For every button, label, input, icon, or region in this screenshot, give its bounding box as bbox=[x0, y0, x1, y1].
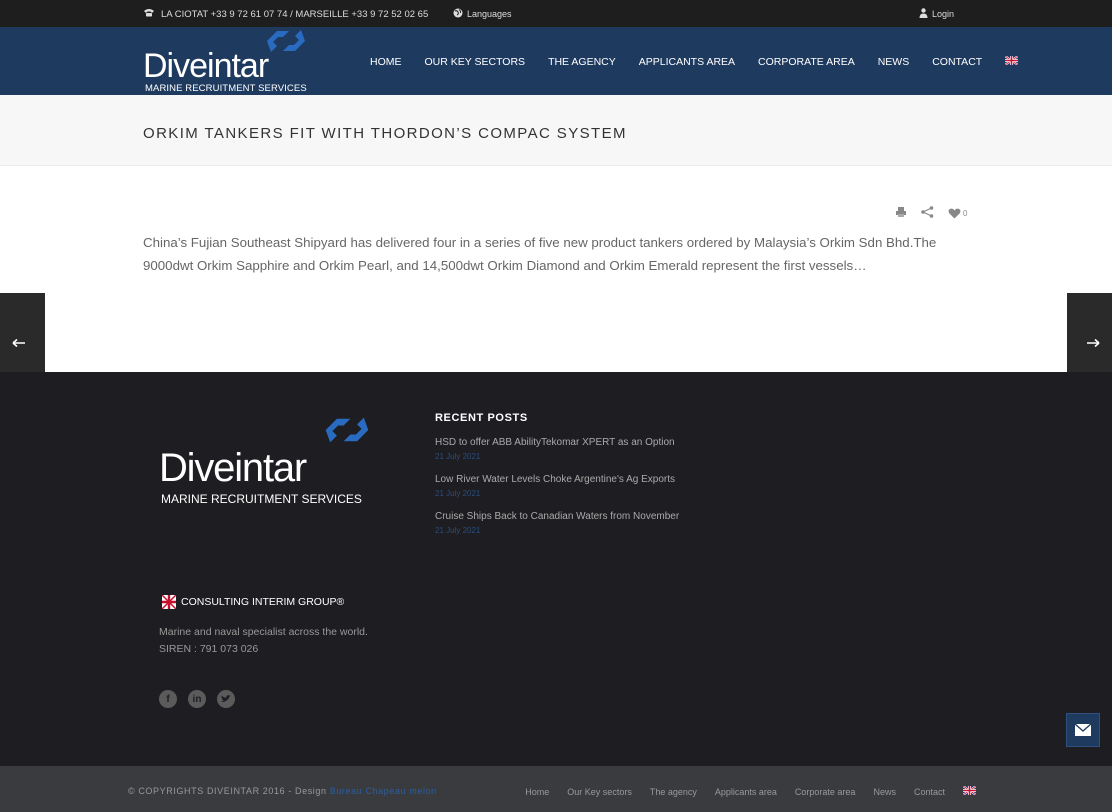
recent-post-link[interactable]: Cruise Ships Back to Canadian Waters fro… bbox=[435, 511, 679, 522]
twitter-icon[interactable] bbox=[217, 690, 235, 708]
recent-post-date: 21 July 2021 bbox=[435, 452, 481, 461]
like-button[interactable]: 0 bbox=[948, 208, 967, 219]
heart-icon bbox=[948, 208, 961, 218]
share-icon[interactable] bbox=[921, 206, 934, 220]
phone-info: LA CIOTAT +33 9 72 61 07 74 / MARSEILLE … bbox=[143, 8, 428, 20]
like-count: 0 bbox=[963, 208, 968, 218]
nav-key-sectors[interactable]: OUR KEY SECTORS bbox=[425, 56, 526, 68]
languages-label: Languages bbox=[467, 9, 512, 19]
linkedin-icon[interactable]: in bbox=[188, 690, 206, 708]
uk-flag-icon[interactable] bbox=[1005, 56, 1019, 68]
recent-post-item: Cruise Ships Back to Canadian Waters fro… bbox=[435, 511, 679, 535]
site-header: Diveintar MARINE RECRUITMENT SERVICES HO… bbox=[0, 27, 1112, 95]
recent-post-date: 21 July 2021 bbox=[435, 489, 481, 498]
site-logo[interactable]: Diveintar MARINE RECRUITMENT SERVICES bbox=[143, 27, 313, 95]
footer-nav-key-sectors[interactable]: Our Key sectors bbox=[567, 787, 632, 797]
footer-nav-contact[interactable]: Contact bbox=[914, 787, 945, 797]
footer-nav-corporate[interactable]: Corporate area bbox=[795, 787, 856, 797]
footer-nav-news[interactable]: News bbox=[873, 787, 896, 797]
footer-nav-agency[interactable]: The agency bbox=[650, 787, 697, 797]
bottom-bar: © COPYRIGHTS DIVEINTAR 2016 - Design Bur… bbox=[0, 766, 1112, 812]
uk-flag-icon[interactable] bbox=[962, 785, 977, 797]
logo-chain-icon bbox=[267, 30, 305, 52]
logo-chain-icon bbox=[325, 417, 369, 443]
nav-home[interactable]: HOME bbox=[370, 56, 402, 68]
uk-flag-icon bbox=[162, 595, 176, 609]
contact-float-button[interactable] bbox=[1066, 713, 1100, 747]
nav-corporate[interactable]: CORPORATE AREA bbox=[758, 56, 855, 68]
consulting-group-logo: CONSULTING INTERIM GROUP® bbox=[162, 595, 344, 609]
nav-contact[interactable]: CONTACT bbox=[932, 56, 982, 68]
logo-subtitle: MARINE RECRUITMENT SERVICES bbox=[145, 83, 307, 94]
footer-siren: SIREN : 791 073 026 bbox=[159, 643, 259, 655]
main-nav: HOME OUR KEY SECTORS THE AGENCY APPLICAN… bbox=[370, 56, 1041, 68]
login-label: Login bbox=[931, 9, 954, 19]
recent-posts-title: RECENT POSTS bbox=[435, 412, 528, 424]
logo-wordmark: Diveintar bbox=[143, 47, 269, 85]
top-bar: LA CIOTAT +33 9 72 61 07 74 / MARSEILLE … bbox=[0, 0, 1112, 27]
facebook-icon[interactable]: f bbox=[159, 690, 177, 708]
footer-logo-subtitle: MARINE RECRUITMENT SERVICES bbox=[161, 492, 362, 506]
print-icon[interactable] bbox=[895, 206, 907, 220]
copyright-text: © COPYRIGHTS DIVEINTAR 2016 - Design bbox=[128, 786, 330, 796]
footer-logo-wordmark: Diveintar bbox=[159, 446, 307, 490]
recent-post-link[interactable]: Low River Water Levels Choke Argentine's… bbox=[435, 474, 679, 485]
recent-post-item: HSD to offer ABB AbilityTekomar XPERT as… bbox=[435, 437, 679, 461]
design-credit-link[interactable]: Bureau Chapeau melon bbox=[330, 786, 437, 796]
footer-nav-applicants[interactable]: Applicants area bbox=[715, 787, 777, 797]
recent-posts: RECENT POSTS HSD to offer ABB AbilityTek… bbox=[435, 412, 679, 548]
languages-menu[interactable]: Languages bbox=[453, 8, 512, 20]
nav-agency[interactable]: THE AGENCY bbox=[548, 56, 616, 68]
site-footer: Diveintar MARINE RECRUITMENT SERVICES CO… bbox=[0, 372, 1112, 766]
user-icon bbox=[919, 8, 928, 20]
copyright: © COPYRIGHTS DIVEINTAR 2016 - Design Bur… bbox=[128, 786, 437, 796]
consulting-group-text: CONSULTING INTERIM GROUP® bbox=[181, 596, 345, 608]
footer-about: Marine and naval specialist across the w… bbox=[159, 624, 368, 658]
globe-icon bbox=[453, 8, 463, 20]
recent-post-item: Low River Water Levels Choke Argentine's… bbox=[435, 474, 679, 498]
recent-post-date: 21 July 2021 bbox=[435, 526, 481, 535]
footer-nav-home[interactable]: Home bbox=[525, 787, 549, 797]
nav-applicants[interactable]: APPLICANTS AREA bbox=[639, 56, 735, 68]
arrow-left-icon bbox=[12, 335, 26, 351]
article-actions: 0 bbox=[895, 206, 967, 220]
social-links: f in bbox=[159, 690, 235, 708]
login-link[interactable]: Login bbox=[919, 8, 954, 20]
footer-tagline: Marine and naval specialist across the w… bbox=[159, 626, 368, 638]
footer-logo[interactable]: Diveintar MARINE RECRUITMENT SERVICES bbox=[159, 414, 379, 509]
article-excerpt: China’s Fujian Southeast Shipyard has de… bbox=[143, 235, 937, 273]
nav-news[interactable]: NEWS bbox=[878, 56, 910, 68]
envelope-icon bbox=[1075, 724, 1091, 736]
phone-text: LA CIOTAT +33 9 72 61 07 74 / MARSEILLE … bbox=[161, 8, 429, 20]
footer-nav: Home Our Key sectors The agency Applican… bbox=[525, 785, 977, 797]
page-title-band: ORKIM TANKERS FIT WITH THORDON’S COMPAC … bbox=[0, 95, 1112, 166]
recent-post-link[interactable]: HSD to offer ABB AbilityTekomar XPERT as… bbox=[435, 437, 679, 448]
arrow-right-icon bbox=[1086, 335, 1100, 351]
page-title: ORKIM TANKERS FIT WITH THORDON’S COMPAC … bbox=[143, 125, 627, 142]
phone-icon bbox=[143, 8, 155, 20]
